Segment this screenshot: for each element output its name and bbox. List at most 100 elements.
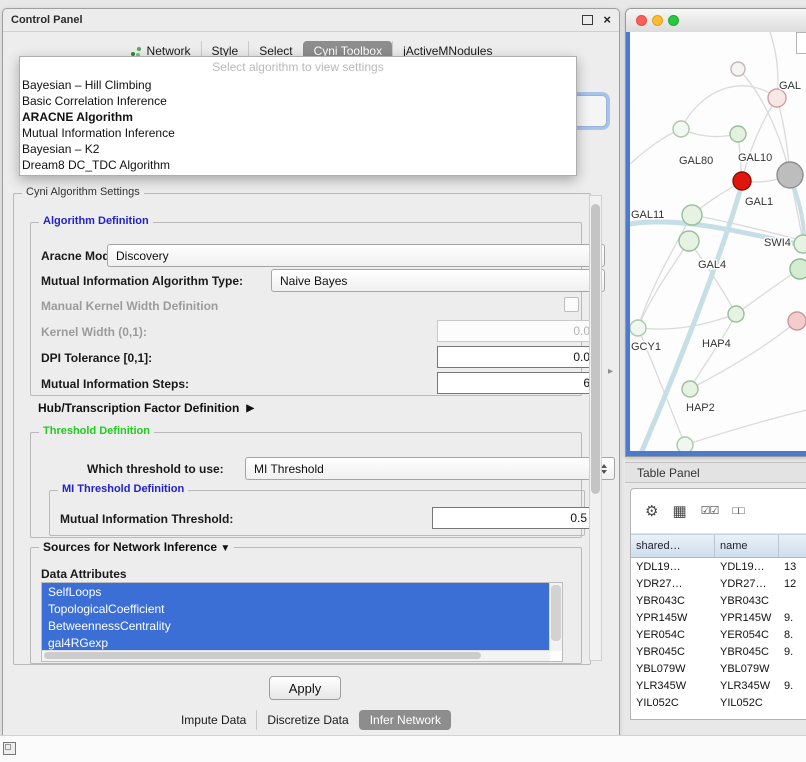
algorithm-definition-legend: Algorithm Definition — [39, 215, 153, 227]
splitter-arrow-icon[interactable]: ▸ — [608, 366, 613, 377]
mi-steps-input[interactable]: 6 — [437, 372, 597, 394]
which-threshold-label: Which threshold to use: — [87, 462, 224, 476]
column-header-2[interactable]: name — [715, 535, 779, 557]
hub-definition-toggle[interactable]: Hub/Transcription Factor Definition ▶ — [38, 401, 254, 415]
close-window-icon[interactable]: × — [603, 15, 611, 25]
table-cell — [779, 592, 806, 609]
table-cell: YDL19… — [631, 558, 715, 575]
dpi-tolerance-input[interactable]: 0.0 — [437, 346, 597, 368]
table-cell: YBR045C — [631, 643, 715, 660]
aracne-mode-select[interactable]: Discovery — [107, 244, 605, 267]
network-node[interactable] — [777, 162, 803, 188]
threshold-definition-group: Threshold Definition Which threshold to … — [30, 432, 582, 538]
mi-algorithm-type-select[interactable]: Naive Bayes — [271, 269, 605, 292]
column-header-3[interactable] — [779, 535, 806, 557]
tab-impute-data[interactable]: Impute Data — [171, 710, 256, 730]
control-panel-titlebar: Control Panel × — [3, 9, 619, 32]
manual-kernel-width-checkbox[interactable] — [564, 297, 579, 312]
network-node[interactable] — [728, 306, 744, 322]
float-window-icon[interactable] — [582, 15, 593, 25]
control-panel: Control Panel × NetworkStyleSelectCyni T… — [2, 8, 620, 736]
network-edge — [770, 32, 778, 98]
column-header-1[interactable]: shared… — [631, 535, 715, 557]
algorithm-option-bayesian-hill-climbing[interactable]: Bayesian – Hill Climbing — [20, 77, 576, 93]
attribute-item-gal4rgexp[interactable]: gal4RGexp — [42, 634, 550, 651]
show-columns-icon[interactable]: ▦ — [672, 504, 686, 519]
attributes-vertical-scrollbar[interactable] — [549, 583, 562, 651]
network-node[interactable] — [790, 259, 806, 279]
table-cell: 9. — [779, 609, 806, 626]
table-cell: 9. — [779, 677, 806, 694]
mi-threshold-input[interactable]: 0.5 — [432, 507, 594, 529]
network-node[interactable] — [677, 437, 693, 451]
network-node[interactable] — [788, 312, 806, 330]
table-header-row: shared…name — [631, 534, 806, 558]
network-edge — [685, 410, 806, 445]
network-node[interactable] — [682, 205, 702, 225]
network-node[interactable] — [733, 172, 751, 190]
tab-infer-network-label: Infer Network — [370, 713, 441, 727]
algorithm-dropdown-list: Bayesian – Hill ClimbingBasic Correlatio… — [20, 77, 576, 173]
algorithm-definition-group: Algorithm Definition Aracne Mode: Discov… — [30, 222, 582, 396]
table-row[interactable]: YBR045CYBR045C9. — [631, 643, 806, 660]
expanded-arrow-icon[interactable]: ▼ — [220, 543, 230, 554]
aracne-mode-value: Discovery — [116, 249, 169, 263]
tab-infer-network[interactable]: Infer Network — [359, 710, 451, 730]
table-row[interactable]: YDL19…YDL19…13 — [631, 558, 806, 575]
table-row[interactable]: YLR345WYLR345W9. — [631, 677, 806, 694]
data-attributes-list: SelfLoopsTopologicalCoefficientBetweenne… — [41, 582, 563, 662]
table-row[interactable]: YIL052CYIL052C — [631, 694, 806, 711]
network-node-label: GAL1 — [745, 196, 773, 208]
algorithm-option-basic-correlation-inference[interactable]: Basic Correlation Inference — [20, 93, 576, 109]
close-traffic-light-icon[interactable] — [636, 15, 647, 26]
table-row[interactable]: YPR145WYPR145W9. — [631, 609, 806, 626]
network-node[interactable] — [679, 231, 699, 251]
table-row[interactable]: YER054CYER054C8. — [631, 626, 806, 643]
mi-threshold-definition-group: MI Threshold Definition Mutual Informati… — [49, 490, 585, 536]
restore-panel-icon[interactable] — [3, 742, 16, 755]
table-panel-title: Table Panel — [637, 466, 700, 480]
table-cell: 9. — [779, 643, 806, 660]
data-attributes-label: Data Attributes — [41, 567, 127, 581]
network-node[interactable] — [682, 381, 698, 397]
table-cell: 8. — [779, 626, 806, 643]
minimize-traffic-light-icon[interactable] — [652, 15, 663, 26]
network-view-window: GALGAL80GAL10GAL1GAL11SWI4GAL4GCY1HAP4HA… — [625, 8, 806, 457]
deselect-all-columns-icon[interactable]: □□ — [732, 506, 743, 517]
network-scrollbar-button[interactable] — [796, 32, 806, 54]
algorithm-option-dream8-dc-tdc-algorithm[interactable]: Dream8 DC_TDC Algorithm — [20, 157, 576, 173]
table-cell: YDR27… — [715, 575, 779, 592]
table-row[interactable]: YBR043CYBR043C — [631, 592, 806, 609]
zoom-traffic-light-icon[interactable] — [668, 15, 679, 26]
table-cell: YLR345W — [631, 677, 715, 694]
table-cell: YBR043C — [715, 592, 779, 609]
gear-icon[interactable]: ⚙ — [645, 504, 658, 519]
table-panel-header: Table Panel — [625, 462, 806, 483]
threshold-definition-legend: Threshold Definition — [39, 425, 154, 437]
tab-impute-data-label: Impute Data — [181, 713, 246, 727]
network-node[interactable] — [630, 320, 646, 336]
select-all-columns-icon[interactable]: ☑☑ — [701, 506, 719, 517]
tab-discretize-data[interactable]: Discretize Data — [256, 710, 358, 730]
network-node[interactable] — [673, 121, 689, 137]
dpi-tolerance-label: DPI Tolerance [0,1]: — [41, 351, 152, 365]
algorithm-option-bayesian-k2[interactable]: Bayesian – K2 — [20, 141, 576, 157]
network-node[interactable] — [794, 235, 806, 253]
network-node[interactable] — [730, 126, 746, 142]
attribute-item-topologicalcoefficient[interactable]: TopologicalCoefficient — [42, 600, 550, 617]
kernel-width-input[interactable]: 0.0 — [437, 320, 597, 342]
network-node[interactable] — [731, 62, 745, 76]
algorithm-option-mutual-information-inference[interactable]: Mutual Information Inference — [20, 125, 576, 141]
table-row[interactable]: YDR27…YDR27…12 — [631, 575, 806, 592]
which-threshold-select[interactable]: MI Threshold — [245, 457, 615, 480]
attribute-item-betweennesscentrality[interactable]: BetweennessCentrality — [42, 617, 550, 634]
attributes-horizontal-scrollbar[interactable] — [42, 650, 550, 661]
algorithm-option-aracne-algorithm[interactable]: ARACNE Algorithm — [20, 109, 576, 125]
table-row[interactable]: YBL079WYBL079W — [631, 660, 806, 677]
settings-scrollbar[interactable] — [589, 195, 602, 661]
apply-button[interactable]: Apply — [269, 676, 341, 700]
network-edge — [630, 129, 681, 164]
settings-scrollbar-thumb[interactable] — [591, 204, 600, 494]
sources-title: Sources for Network Inference — [43, 540, 217, 554]
attribute-item-selfloops[interactable]: SelfLoops — [42, 583, 550, 600]
